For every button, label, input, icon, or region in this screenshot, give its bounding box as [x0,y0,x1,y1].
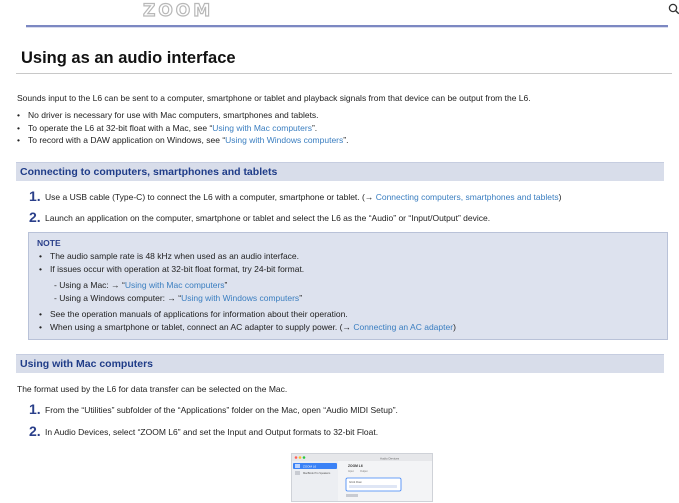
list-item: The audio sample rate is 48 kHz when use… [39,250,304,263]
panel-tab-output: Output [360,470,368,473]
note-box: NOTE The audio sample rate is 48 kHz whe… [28,232,668,340]
window-title: Audio Devices [380,456,400,460]
header-accent-shadow [26,27,668,28]
intro-bullets: No driver is necessary for use with Mac … [17,109,348,147]
note-bullets-2: See the operation manuals of application… [39,308,456,333]
link-mac-computers[interactable]: Using with Mac computers [212,123,312,133]
list-item: - Using a Mac: → “Using with Mac compute… [54,280,228,290]
title-divider [16,73,672,74]
link-ac-adapter[interactable]: Connecting an AC adapter [353,322,453,332]
note-bullets: The audio sample rate is 48 kHz when use… [39,250,304,275]
list-item: See the operation manuals of application… [39,308,456,321]
link-connecting-computers[interactable]: Connecting computers, smartphones and ta… [376,192,559,202]
mac-intro-text: The format used by the L6 for data trans… [17,384,288,394]
list-item: To record with a DAW application on Wind… [17,134,348,147]
format-label: 32-bit Float [349,481,362,484]
note-label: NOTE [37,238,61,248]
step-number: 1. [29,188,41,204]
zoom-logo[interactable]: ZOOM [142,0,213,21]
link-mac-computers[interactable]: Using with Mac computers [125,280,225,290]
link-windows-computers[interactable]: Using with Windows computers [225,135,343,145]
list-item: If issues occur with operation at 32-bit… [39,263,304,276]
step-number: 2. [29,209,41,225]
panel-tab-input: Input [348,470,354,473]
note-sub-list: - Using a Mac: → “Using with Mac compute… [54,279,302,305]
section-heading-connecting: Connecting to computers, smartphones and… [16,162,664,181]
search-icon[interactable] [668,3,679,15]
site-header: ZOOM [0,0,679,22]
list-item: When using a smartphone or tablet, conne… [39,321,456,334]
step-number: 2. [29,423,41,439]
page-title: Using as an audio interface [21,49,236,67]
list-item: No driver is necessary for use with Mac … [17,109,348,122]
device-item: ZOOM L6 [303,464,317,468]
panel-title: ZOOM L6 [348,464,363,468]
list-item: - Using a Windows computer: → “Using wit… [54,293,303,303]
link-windows-computers[interactable]: Using with Windows computers [181,293,299,303]
device-item-2: MacBook Pro Speakers [303,471,331,475]
intro-text: Sounds input to the L6 can be sent to a … [17,93,531,103]
list-item: To operate the L6 at 32-bit float with a… [17,122,348,135]
audio-midi-setup-screenshot: Audio Devices ZOOM L6 MacBook Pro Speake… [291,453,433,502]
step-number: 1. [29,401,41,417]
section-heading-mac: Using with Mac computers [16,354,664,373]
